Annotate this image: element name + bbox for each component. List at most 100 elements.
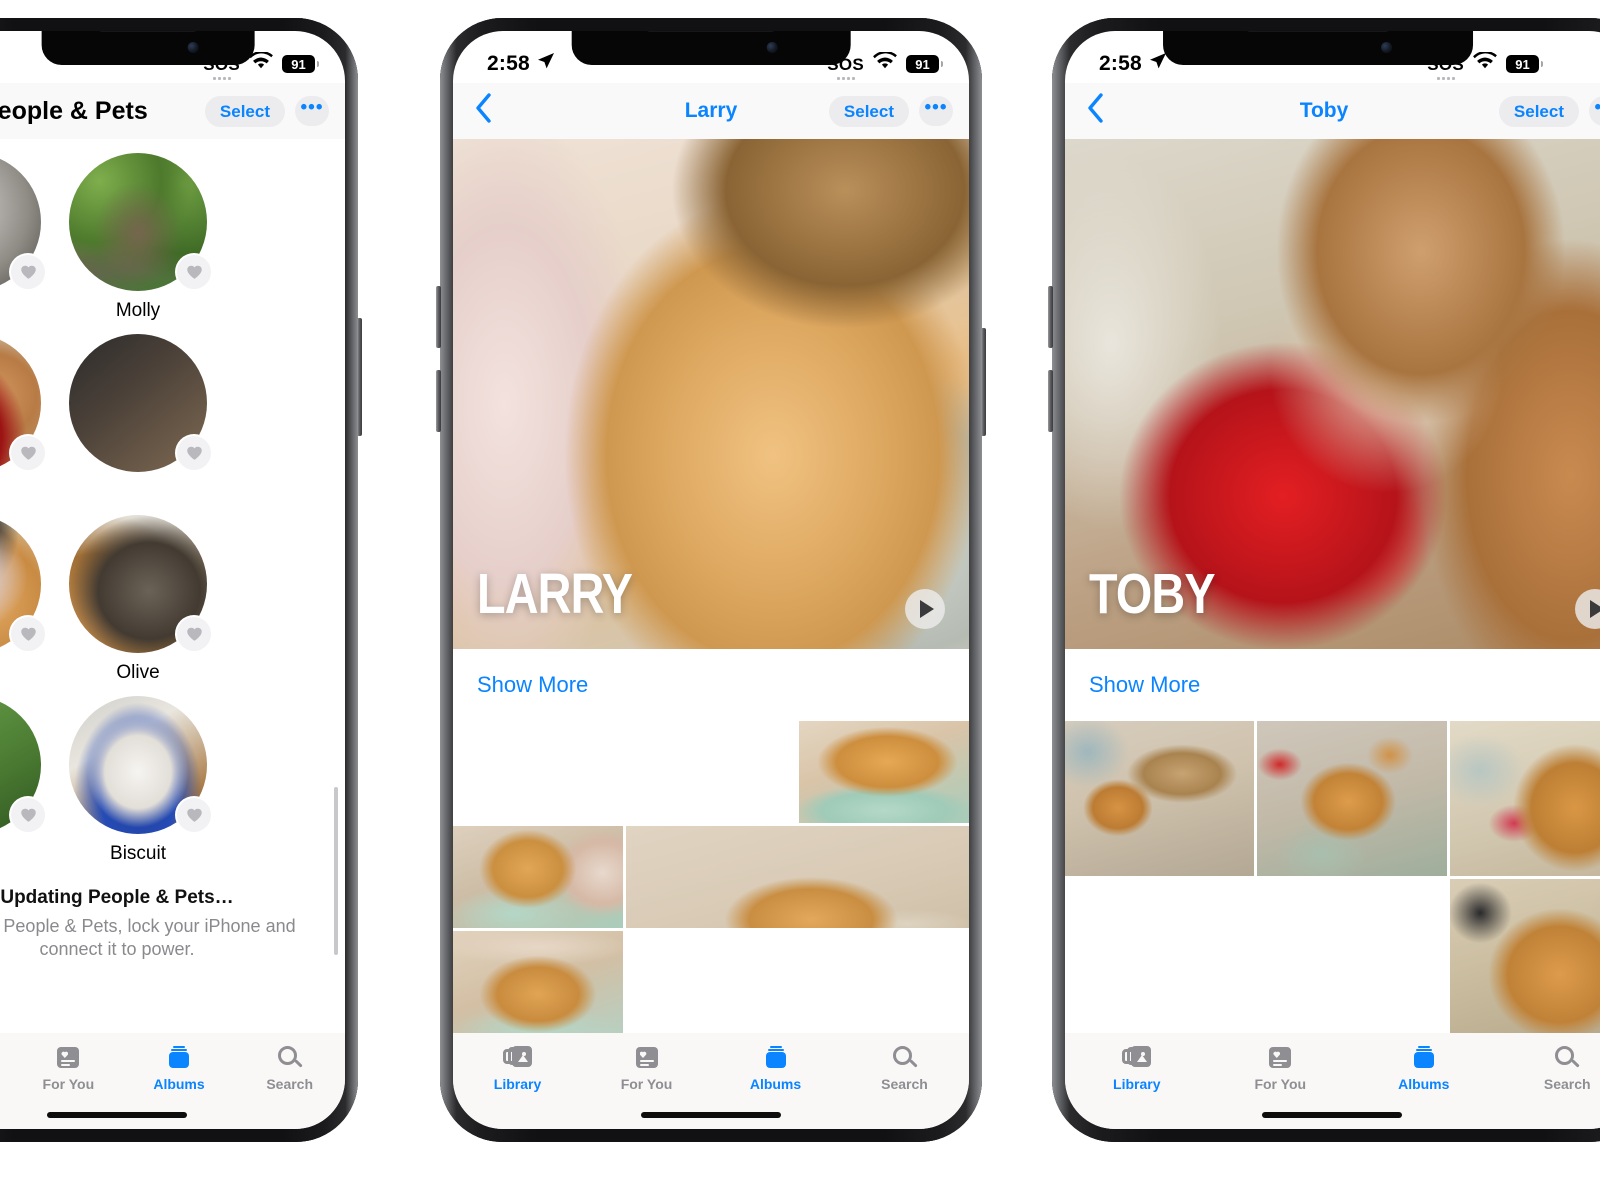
photo-grid[interactable]	[453, 721, 969, 1033]
tab-search[interactable]: Search	[234, 1045, 345, 1092]
list-item[interactable]	[1449, 878, 1600, 1033]
photo-thumbnail	[1257, 721, 1447, 876]
list-item[interactable]: Larry	[0, 515, 55, 684]
front-camera-icon	[188, 42, 200, 53]
photo-grid[interactable]	[1065, 721, 1600, 1033]
list-item[interactable]: Toby	[0, 334, 55, 503]
show-more-button[interactable]: Show More	[1089, 672, 1200, 698]
tab-albums[interactable]: Albums	[1352, 1045, 1496, 1092]
favorite-heart-icon[interactable]	[11, 617, 45, 651]
home-indicator[interactable]	[47, 1112, 187, 1118]
list-item[interactable]	[1065, 721, 1255, 876]
tab-library[interactable]: Library	[1065, 1045, 1209, 1092]
list-item-label	[135, 481, 140, 503]
photo-thumbnail	[1449, 721, 1600, 876]
notch	[1162, 31, 1473, 65]
tab-search[interactable]: Search	[840, 1045, 969, 1092]
more-options-button[interactable]: •••	[1589, 96, 1600, 126]
tab-for-you[interactable]: For You	[1209, 1045, 1353, 1092]
hero-photo[interactable]: TOBY	[1065, 139, 1600, 649]
select-button[interactable]: Select	[1498, 95, 1579, 127]
back-button[interactable]	[469, 93, 498, 129]
avatar[interactable]	[0, 334, 45, 472]
list-item[interactable]	[1449, 721, 1600, 876]
favorite-heart-icon[interactable]	[177, 436, 211, 470]
battery-indicator: 91	[906, 55, 943, 73]
scrollbar[interactable]	[334, 787, 338, 955]
battery-indicator: 91	[282, 55, 319, 73]
tab-search[interactable]: Search	[1496, 1045, 1600, 1092]
list-item[interactable]: Biscuit	[55, 696, 221, 865]
play-icon[interactable]	[905, 589, 945, 629]
avatar[interactable]	[69, 696, 211, 834]
hero-photo[interactable]: LARRY	[453, 139, 969, 649]
list-item[interactable]: Olive	[55, 515, 221, 684]
photo-thumbnail	[453, 721, 796, 823]
favorite-heart-icon[interactable]	[11, 255, 45, 289]
avatar[interactable]	[69, 515, 211, 653]
show-more-button[interactable]: Show More	[477, 672, 588, 698]
people-and-pets-scroll[interactable]: Molly Toby	[0, 139, 345, 1033]
home-indicator[interactable]	[1262, 1112, 1402, 1118]
list-item[interactable]	[0, 153, 55, 322]
list-item[interactable]	[55, 334, 221, 503]
signal-dots-icon	[1436, 76, 1455, 80]
wifi-icon	[249, 50, 273, 76]
list-item[interactable]	[626, 826, 969, 928]
list-item[interactable]	[453, 826, 623, 928]
show-more-row[interactable]: Show More	[453, 649, 969, 721]
albums-icon	[1409, 1045, 1439, 1071]
list-item[interactable]	[1257, 721, 1447, 876]
photo-thumbnail	[1065, 721, 1255, 876]
more-options-button[interactable]: •••	[295, 96, 329, 126]
tab-for-you[interactable]: For You	[582, 1045, 711, 1092]
list-item[interactable]	[453, 931, 623, 1033]
avatar[interactable]	[69, 334, 211, 472]
list-item[interactable]	[1065, 879, 1447, 1034]
back-button[interactable]	[1081, 93, 1110, 129]
earpiece-speaker	[99, 31, 197, 32]
hero-title: LARRY	[477, 562, 633, 626]
phone-screen: SOS 91 People & Pets Select •••	[0, 31, 345, 1129]
wifi-icon	[873, 50, 897, 76]
library-icon	[502, 1045, 533, 1071]
list-item[interactable]	[799, 721, 969, 823]
tab-bar: Library For You Albums Search	[453, 1033, 969, 1129]
nav-actions: Select •••	[204, 95, 329, 127]
list-item[interactable]	[0, 696, 55, 865]
volume-up-button[interactable]	[436, 286, 441, 348]
select-button[interactable]: Select	[828, 95, 909, 127]
status-left: 2:58	[487, 52, 555, 76]
tab-albums[interactable]: Albums	[124, 1045, 235, 1092]
phone-screen: 2:58 SOS 91	[1065, 31, 1600, 1129]
for-you-icon	[632, 1045, 662, 1071]
favorite-heart-icon[interactable]	[177, 255, 211, 289]
power-button[interactable]	[981, 328, 986, 436]
list-item[interactable]	[453, 721, 796, 823]
volume-up-button[interactable]	[1048, 286, 1053, 348]
list-item[interactable]: Molly	[55, 153, 221, 322]
avatar[interactable]	[69, 153, 211, 291]
tab-library[interactable]: Library	[453, 1045, 582, 1092]
more-options-button[interactable]: •••	[919, 96, 953, 126]
volume-down-button[interactable]	[436, 370, 441, 432]
tab-label: Albums	[153, 1076, 205, 1092]
status-time: 2:58	[1099, 52, 1142, 75]
power-button[interactable]	[357, 318, 362, 436]
tab-for-you[interactable]: For You	[13, 1045, 124, 1092]
avatar[interactable]	[0, 515, 45, 653]
volume-down-button[interactable]	[1048, 370, 1053, 432]
favorite-heart-icon[interactable]	[177, 617, 211, 651]
tab-label: Search	[266, 1076, 314, 1092]
favorite-heart-icon[interactable]	[11, 798, 45, 832]
tab-albums[interactable]: Albums	[711, 1045, 840, 1092]
status-time: 2:58	[487, 52, 530, 75]
select-button[interactable]: Select	[204, 95, 285, 127]
avatar[interactable]	[0, 696, 45, 834]
favorite-heart-icon[interactable]	[11, 436, 45, 470]
avatar[interactable]	[0, 153, 45, 291]
show-more-row[interactable]: Show More	[1065, 649, 1600, 721]
favorite-heart-icon[interactable]	[177, 798, 211, 832]
tab-label: For You	[620, 1076, 673, 1092]
home-indicator[interactable]	[641, 1112, 781, 1118]
